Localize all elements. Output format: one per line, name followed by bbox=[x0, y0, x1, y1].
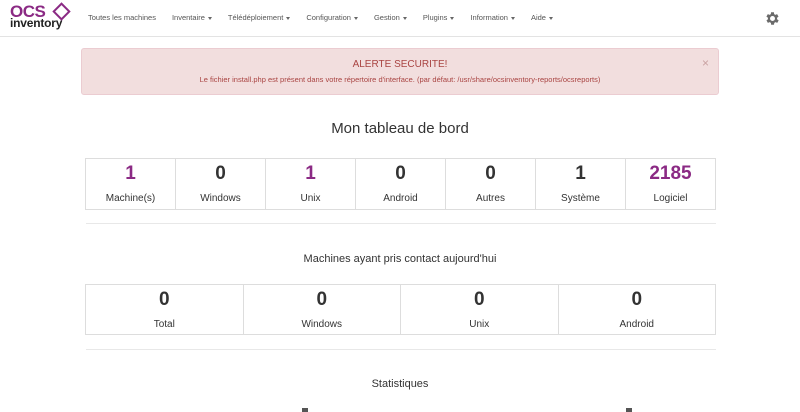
alert-message: Le fichier install.php est présent dans … bbox=[199, 75, 601, 84]
stat-label: Unix bbox=[300, 193, 321, 204]
stat-value: 0 bbox=[158, 289, 170, 310]
caret-down-icon bbox=[510, 16, 515, 20]
stat-value: 1 bbox=[305, 163, 316, 184]
logo-text-inventory: inventory bbox=[10, 16, 63, 30]
chart-edge bbox=[626, 408, 632, 412]
stat-label: Windows bbox=[301, 319, 343, 330]
security-alert: ALERTE SECURITE! Le fichier install.php … bbox=[81, 48, 719, 95]
caret-down-icon bbox=[450, 16, 455, 20]
nav-item-gestion[interactable]: Gestion bbox=[366, 0, 415, 36]
nav-item-aide[interactable]: Aide bbox=[523, 0, 561, 36]
stat-value: 0 bbox=[631, 289, 643, 310]
stat-cell-autres[interactable]: 0 Autres bbox=[446, 159, 536, 209]
nav-item-label: Gestion bbox=[373, 13, 400, 22]
stat-cell-windows[interactable]: 0 Windows bbox=[176, 159, 266, 209]
gear-icon[interactable] bbox=[764, 10, 781, 27]
nav-item-label: Télédéploiement bbox=[227, 13, 284, 22]
caret-down-icon bbox=[402, 16, 407, 20]
ocs-inventory-logo[interactable]: OCS inventory bbox=[8, 2, 72, 31]
nav-item-label: Inventaire bbox=[171, 13, 205, 22]
nav-item-information[interactable]: Information bbox=[462, 0, 523, 36]
divider bbox=[86, 349, 716, 350]
stat-label: Total bbox=[153, 319, 175, 330]
stat-cell-total[interactable]: 0 Total bbox=[86, 285, 244, 334]
nav-item-label: Aide bbox=[530, 13, 546, 22]
stat-cell-android[interactable]: 0 Android bbox=[559, 285, 716, 334]
contact-today-title: Machines ayant pris contact aujourd'hui bbox=[303, 253, 497, 265]
close-icon[interactable]: × bbox=[702, 56, 709, 70]
caret-down-icon bbox=[353, 16, 358, 20]
stat-value: 1 bbox=[575, 163, 586, 184]
dashboard-stats: 1 Machine(s) 0 Windows 1 Unix 0 Android 0 Autres 1… bbox=[85, 158, 716, 210]
stat-value: 0 bbox=[215, 163, 226, 184]
caret-down-icon bbox=[286, 16, 291, 20]
nav-item-label: Configuration bbox=[306, 13, 351, 22]
stat-label: Machine(s) bbox=[105, 193, 156, 204]
stat-cell-android[interactable]: 0 Android bbox=[356, 159, 446, 209]
alert-title: ALERTE SECURITE! bbox=[352, 59, 448, 70]
nav-item-plugins[interactable]: Plugins bbox=[415, 0, 463, 36]
stat-label: Logiciel bbox=[653, 193, 688, 204]
chart-edge bbox=[302, 408, 308, 412]
nav-item-toutes-les-machines[interactable]: Toutes les machines bbox=[80, 0, 164, 36]
nav-item-label: Toutes les machines bbox=[88, 13, 156, 22]
stat-value: 0 bbox=[316, 289, 328, 310]
stat-value: 0 bbox=[473, 289, 485, 310]
stat-cell-unix[interactable]: 1 Unix bbox=[266, 159, 356, 209]
stat-label: Android bbox=[383, 193, 418, 204]
stat-label: Système bbox=[561, 193, 600, 204]
nav-item-inventaire[interactable]: Inventaire bbox=[164, 0, 220, 36]
stat-label: Unix bbox=[469, 319, 490, 330]
nav-item-label: Information bbox=[470, 13, 508, 22]
main-menu: Toutes les machines Inventaire Télédéploie… bbox=[80, 0, 561, 36]
contact-today-stats: 0 Total 0 Windows 0 Unix 0 Android bbox=[85, 284, 716, 335]
stat-cell-windows[interactable]: 0 Windows bbox=[244, 285, 401, 334]
dashboard-title: Mon tableau de bord bbox=[331, 120, 469, 137]
caret-down-icon bbox=[207, 16, 212, 20]
stat-value: 0 bbox=[485, 163, 496, 184]
stat-label: Autres bbox=[476, 193, 505, 204]
stat-cell-unix[interactable]: 0 Unix bbox=[401, 285, 559, 334]
stat-value: 1 bbox=[125, 163, 136, 184]
stat-cell-syst-me[interactable]: 1 Système bbox=[536, 159, 626, 209]
nav-item-configuration[interactable]: Configuration bbox=[298, 0, 366, 36]
nav-item-label: Plugins bbox=[422, 13, 448, 22]
divider bbox=[86, 223, 716, 224]
top-navbar: OCS inventory Toutes les machines Inventa… bbox=[0, 0, 800, 37]
stat-label: Windows bbox=[200, 193, 241, 204]
stat-value: 2185 bbox=[649, 163, 692, 184]
statistics-title: Statistiques bbox=[371, 378, 429, 390]
stat-cell-machine-s-[interactable]: 1 Machine(s) bbox=[86, 159, 176, 209]
stat-cell-logiciel[interactable]: 2185 Logiciel bbox=[626, 159, 715, 209]
nav-item-t-l-d-ploiement[interactable]: Télédéploiement bbox=[220, 0, 298, 36]
stat-value: 0 bbox=[395, 163, 406, 184]
stat-label: Android bbox=[619, 319, 654, 330]
caret-down-icon bbox=[548, 16, 553, 20]
